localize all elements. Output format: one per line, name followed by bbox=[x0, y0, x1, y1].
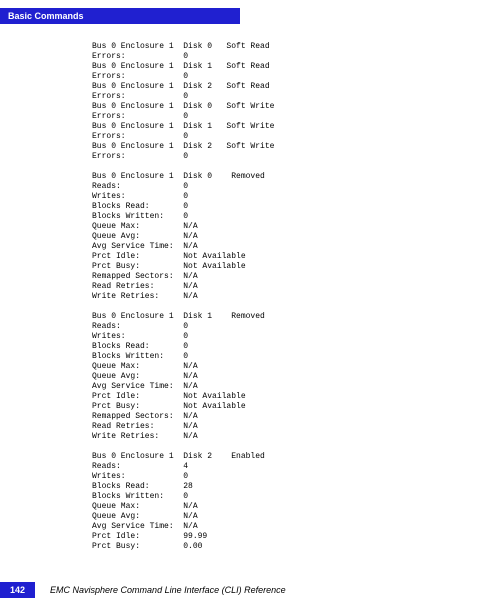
cli-output: Bus 0 Enclosure 1 Disk 0 Soft Read Error… bbox=[0, 24, 500, 562]
section-title: Basic Commands bbox=[8, 11, 84, 21]
section-header: Basic Commands bbox=[0, 8, 240, 24]
footer-title: EMC Navisphere Command Line Interface (C… bbox=[50, 585, 286, 595]
page-number: 142 bbox=[0, 582, 35, 598]
page-footer: 142 EMC Navisphere Command Line Interfac… bbox=[0, 582, 286, 598]
